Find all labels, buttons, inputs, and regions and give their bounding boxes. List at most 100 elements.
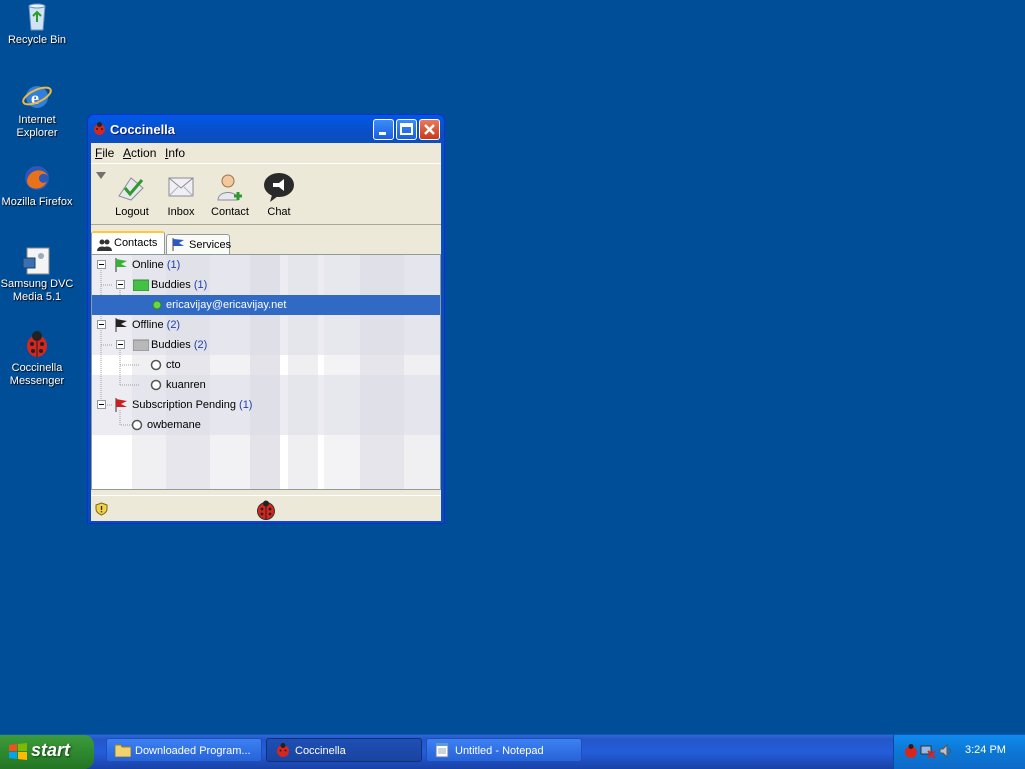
inbox-label: Inbox xyxy=(167,206,195,218)
chat-button[interactable]: Chat xyxy=(257,170,301,218)
tab-services-label: Services xyxy=(189,239,232,251)
logout-button[interactable]: Logout xyxy=(110,170,154,218)
start-label: start xyxy=(31,740,71,760)
desktop-icon-samsung-dvc[interactable]: Samsung DVC Media 5.1 xyxy=(0,244,74,304)
contact-name: kuanren xyxy=(166,379,206,391)
collapse-toggle[interactable] xyxy=(97,260,106,269)
group-offline[interactable]: Offline (2) xyxy=(92,315,440,335)
contact-label: Contact xyxy=(211,206,249,218)
ladybug-status-icon[interactable] xyxy=(256,500,276,520)
toolbar: Logout Inbox Contact Chat xyxy=(91,164,441,225)
close-button[interactable] xyxy=(419,119,440,140)
group-online-label: Online xyxy=(132,259,164,271)
maximize-button[interactable] xyxy=(396,119,417,140)
contact-row-selected[interactable]: ericavijay@ericavijay.net xyxy=(92,295,440,315)
menu-info[interactable]: Info xyxy=(165,146,185,160)
folder-icon xyxy=(115,744,131,757)
ladybug-tray-icon[interactable] xyxy=(904,743,918,759)
contact-row[interactable]: cto xyxy=(92,355,440,375)
contact-jid: ericavijay@ericavijay.net xyxy=(166,299,287,311)
group-online-count: (1) xyxy=(166,259,181,271)
logout-label: Logout xyxy=(115,206,149,218)
notepad-icon xyxy=(435,742,449,758)
coccinella-window: Coccinella File Action Info Logout Inbox… xyxy=(87,114,445,524)
desktop-icon-recycle-bin[interactable]: Recycle Bin xyxy=(0,0,74,47)
black-flag-icon xyxy=(115,318,127,332)
task-coccinella[interactable]: Coccinella xyxy=(266,738,422,762)
ladybug-icon xyxy=(92,121,107,136)
close-icon xyxy=(424,124,435,135)
flag-icon xyxy=(172,238,184,251)
window-client: File Action Info Logout Inbox Contact Ch… xyxy=(91,143,441,521)
folder-icon xyxy=(133,339,149,351)
shield-icon[interactable] xyxy=(95,502,108,516)
group-subscription-pending[interactable]: Subscription Pending (1) xyxy=(92,395,440,415)
network-disconnected-icon[interactable] xyxy=(920,743,936,759)
minimize-button[interactable] xyxy=(373,119,394,140)
maximize-icon xyxy=(400,123,413,135)
offline-status-icon xyxy=(150,359,162,371)
task-notepad[interactable]: Untitled - Notepad xyxy=(426,738,582,762)
contact-name: cto xyxy=(166,359,181,371)
group-online-buddies[interactable]: Buddies (1) xyxy=(92,275,440,295)
internet-explorer-icon: e xyxy=(21,80,53,112)
logout-icon xyxy=(115,170,149,204)
desktop-icon-label: Recycle Bin xyxy=(7,34,67,46)
chat-icon xyxy=(262,170,296,204)
desktop-icon-coccinella[interactable]: Coccinella Messenger xyxy=(0,328,74,388)
taskbar: start Downloaded Program... Coccinella U… xyxy=(0,734,1025,769)
recycle-bin-icon xyxy=(21,0,53,32)
start-button[interactable]: start xyxy=(0,735,94,769)
desktop-icon-label: Coccinella Messenger xyxy=(9,362,65,387)
group-offline-label: Offline xyxy=(132,319,164,331)
menu-bar: File Action Info xyxy=(91,143,441,164)
minimize-icon xyxy=(379,132,386,135)
desktop-icon-label: Internet Explorer xyxy=(16,114,58,139)
menu-file[interactable]: File xyxy=(95,146,114,160)
red-flag-icon xyxy=(115,398,127,412)
task-label: Coccinella xyxy=(295,745,346,757)
online-status-icon xyxy=(152,300,162,310)
group-pending-label: Subscription Pending xyxy=(132,399,236,411)
ladybug-icon xyxy=(277,743,289,757)
contact-row[interactable]: kuanren xyxy=(92,375,440,395)
firefox-icon xyxy=(21,162,53,194)
folder-icon xyxy=(133,279,149,291)
group-pending-count: (1) xyxy=(239,399,253,411)
offline-status-icon xyxy=(131,419,143,431)
desktop-icon-internet-explorer[interactable]: e Internet Explorer xyxy=(0,80,74,140)
samsung-dvc-icon xyxy=(21,244,53,276)
collapse-toggle[interactable] xyxy=(116,280,125,289)
group-buddies-label: Buddies xyxy=(151,339,191,351)
tab-contacts[interactable]: Contacts xyxy=(91,231,165,255)
task-label: Downloaded Program... xyxy=(135,745,251,757)
contact-tree: Online (1) Buddies (1) ericavijay@ericav… xyxy=(91,254,441,490)
title-bar[interactable]: Coccinella xyxy=(88,115,444,143)
add-contact-icon xyxy=(213,170,247,204)
green-flag-icon xyxy=(115,258,127,272)
group-buddies-label: Buddies xyxy=(151,279,191,291)
desktop-icon-firefox[interactable]: Mozilla Firefox xyxy=(0,162,74,209)
contact-row[interactable]: owbemane xyxy=(92,415,440,435)
menu-action[interactable]: Action xyxy=(123,146,156,160)
desktop-icon-label: Mozilla Firefox xyxy=(1,196,73,208)
collapse-toggle[interactable] xyxy=(97,400,106,409)
ladybug-icon xyxy=(21,328,53,360)
speaker-icon[interactable] xyxy=(938,743,954,759)
task-downloaded-program[interactable]: Downloaded Program... xyxy=(106,738,262,762)
collapse-toggle[interactable] xyxy=(116,340,125,349)
group-offline-count: (2) xyxy=(166,319,181,331)
tab-strip: Contacts Services xyxy=(91,231,441,255)
contact-button[interactable]: Contact xyxy=(208,170,252,218)
status-bar xyxy=(91,495,441,522)
system-tray: 3:24 PM xyxy=(893,735,1025,769)
group-online[interactable]: Online (1) xyxy=(92,255,440,275)
offline-status-icon xyxy=(150,379,162,391)
group-offline-buddies[interactable]: Buddies (2) xyxy=(92,335,440,355)
group-buddies-count: (2) xyxy=(193,339,208,351)
toolbar-collapse-icon[interactable] xyxy=(96,172,107,180)
inbox-button[interactable]: Inbox xyxy=(159,170,203,218)
tab-services[interactable]: Services xyxy=(166,234,232,254)
collapse-toggle[interactable] xyxy=(97,320,106,329)
windows-logo-icon xyxy=(9,743,27,760)
